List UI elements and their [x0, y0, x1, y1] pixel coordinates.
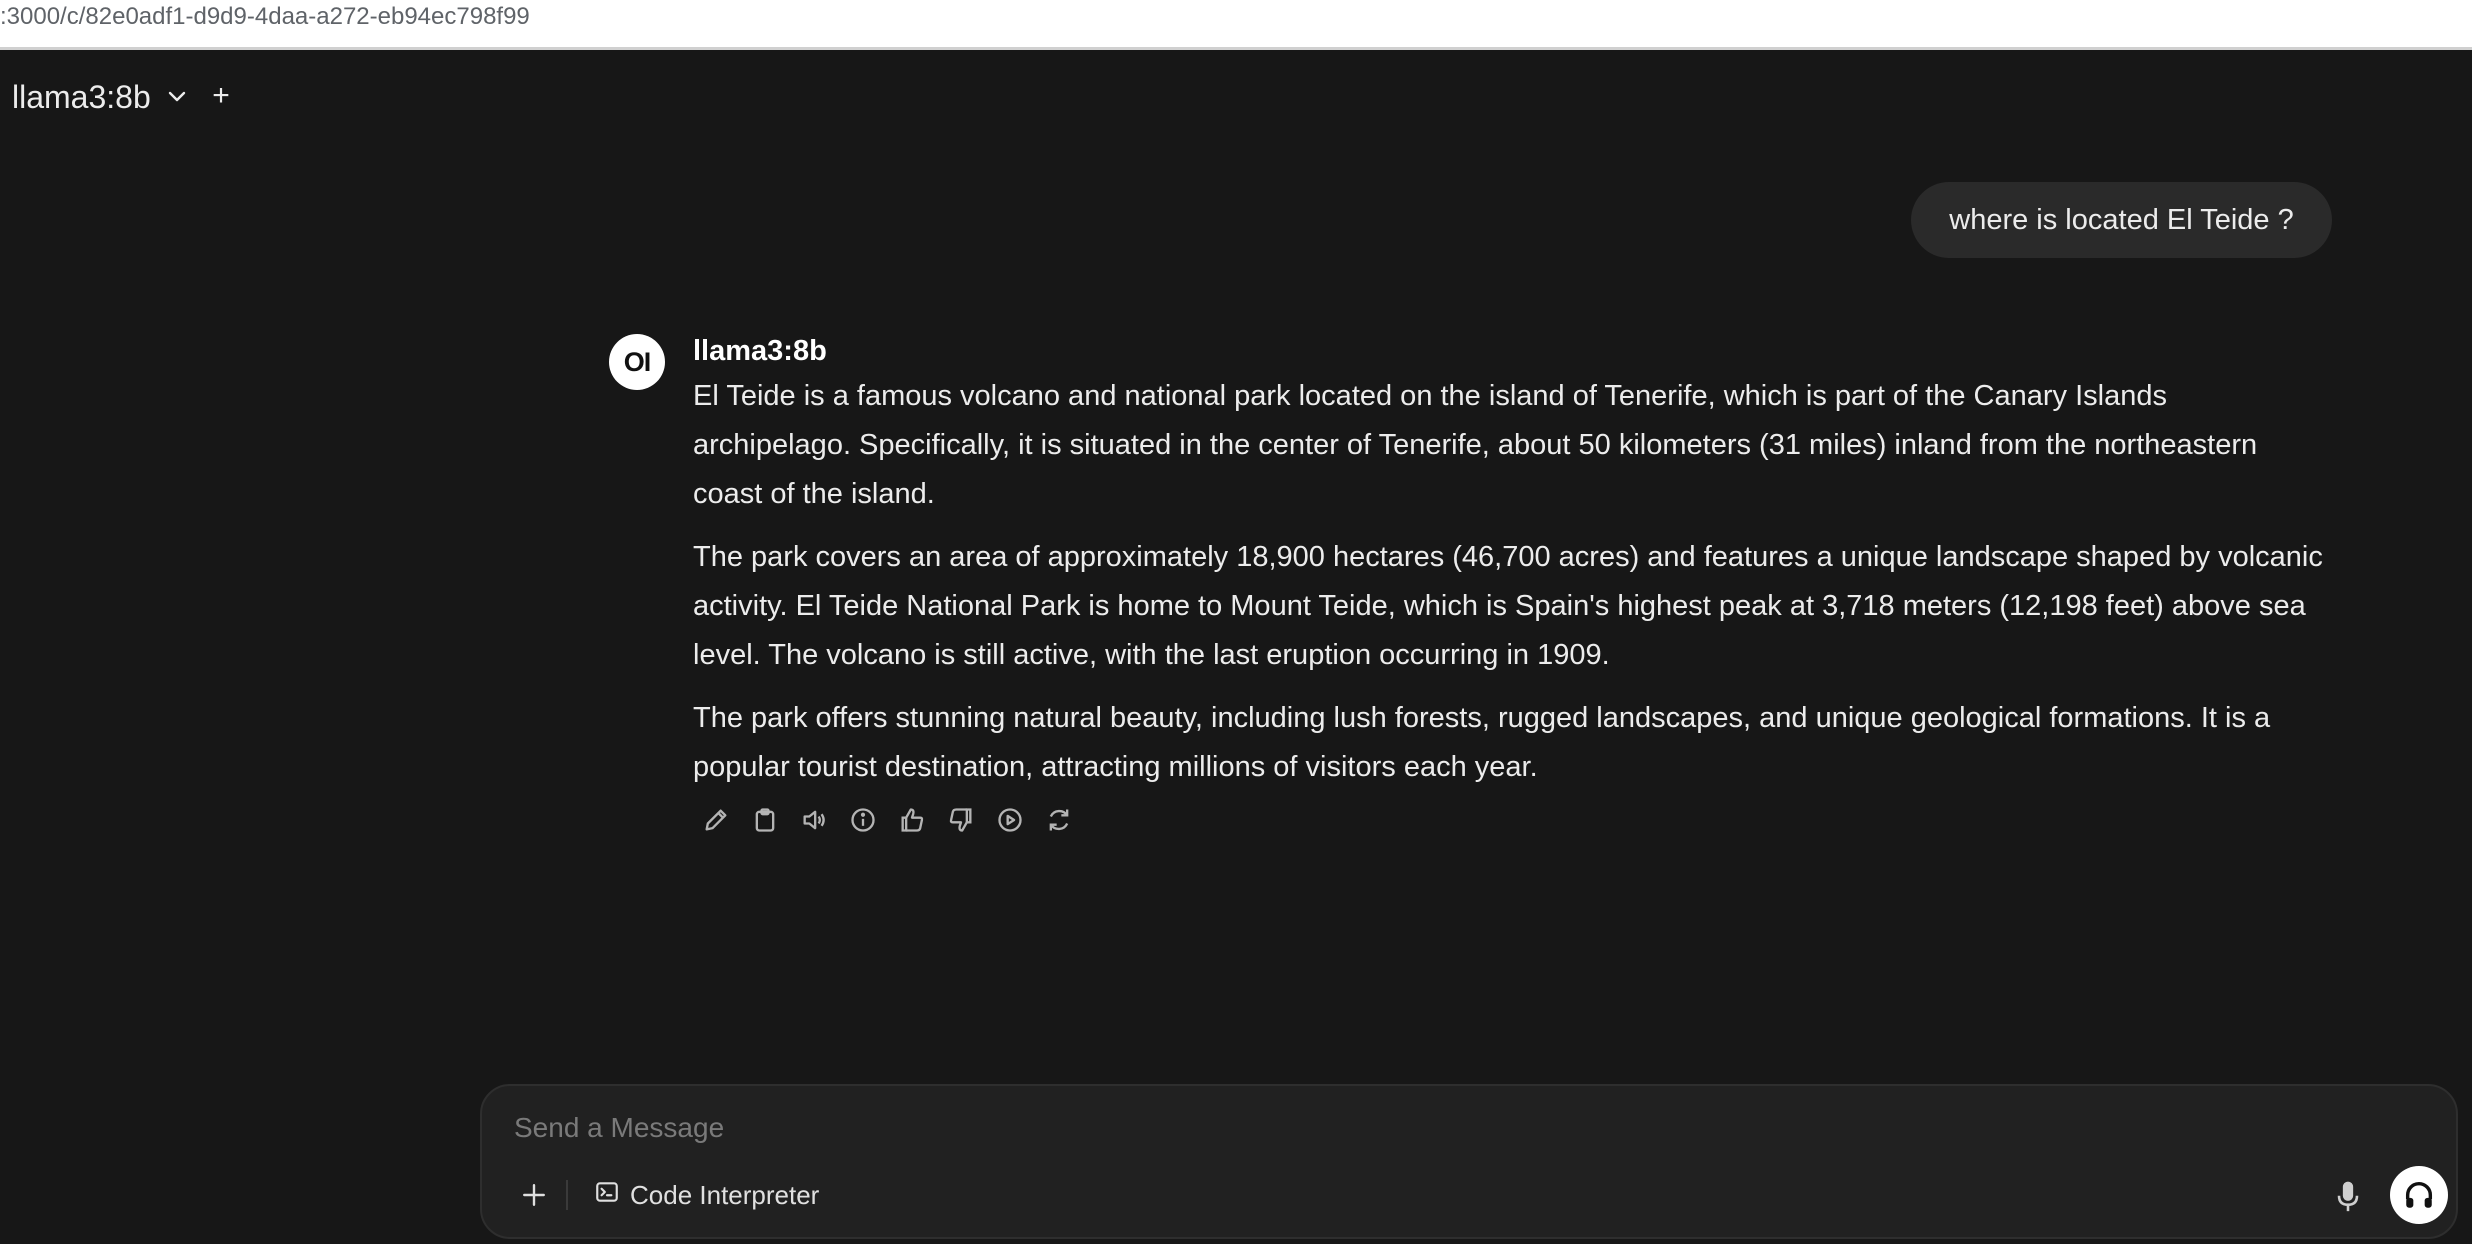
message-paragraph: The park covers an area of approximately… — [693, 541, 2323, 671]
message-composer: Send a Message Code Interpreter — [480, 1084, 2458, 1239]
message-input[interactable]: Send a Message — [514, 1112, 724, 1144]
info-icon[interactable] — [847, 804, 879, 836]
microphone-icon[interactable] — [2330, 1177, 2366, 1217]
assistant-message: El Teide is a famous volcano and nationa… — [693, 372, 2328, 806]
thumbs-up-icon[interactable] — [896, 804, 928, 836]
browser-url-bar[interactable]: :3000/c/82e0adf1-d9d9-4daa-a272-eb94ec79… — [0, 0, 2472, 50]
assistant-avatar: OI — [609, 334, 665, 390]
copy-icon[interactable] — [749, 804, 781, 836]
edit-icon[interactable] — [700, 804, 732, 836]
continue-icon[interactable] — [994, 804, 1026, 836]
terminal-icon — [594, 1179, 620, 1212]
chevron-down-icon — [167, 90, 187, 104]
chat-header: llama3:8b + — [0, 50, 2472, 140]
read-aloud-icon[interactable] — [798, 804, 830, 836]
message-actions — [700, 802, 1075, 838]
message-paragraph: The park offers stunning natural beauty,… — [693, 702, 2271, 783]
add-model-button[interactable]: + — [206, 78, 236, 114]
message-paragraph: El Teide is a famous volcano and nationa… — [693, 380, 2258, 510]
user-message: where is located El Teide ? — [1911, 182, 2332, 258]
assistant-name: llama3:8b — [693, 335, 827, 367]
url-text[interactable]: :3000/c/82e0adf1-d9d9-4daa-a272-eb94ec79… — [0, 3, 530, 31]
code-interpreter-label: Code Interpreter — [630, 1179, 820, 1210]
model-name: llama3:8b — [12, 78, 151, 115]
divider — [566, 1180, 568, 1210]
code-interpreter-button[interactable]: Code Interpreter — [594, 1174, 819, 1216]
thumbs-down-icon[interactable] — [945, 804, 977, 836]
model-selector[interactable]: llama3:8b — [12, 72, 187, 122]
headphones-icon[interactable] — [2390, 1166, 2448, 1224]
plus-icon[interactable] — [514, 1175, 554, 1215]
regenerate-icon[interactable] — [1043, 804, 1075, 836]
